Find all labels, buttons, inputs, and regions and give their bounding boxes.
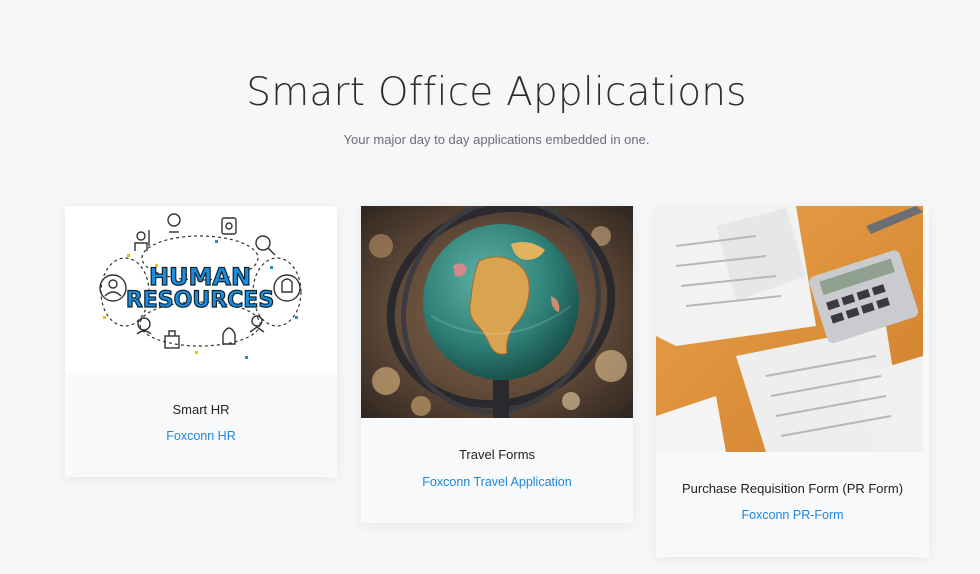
card-link-foxconn-travel[interactable]: Foxconn Travel Application	[361, 475, 633, 489]
page: Smart Office Applications Your major day…	[0, 0, 980, 574]
card-smart-hr[interactable]: HUMAN RESOURCES Smart HR Foxconn HR	[65, 206, 337, 477]
svg-text:HUMAN: HUMAN	[149, 263, 251, 291]
card-link-foxconn-hr[interactable]: Foxconn HR	[65, 429, 337, 443]
card-title: Travel Forms	[458, 447, 536, 462]
card-travel-forms[interactable]: Travel Forms Foxconn Travel Application	[361, 206, 633, 523]
card-title: Smart HR	[172, 402, 230, 417]
card-title: Purchase Requisition Form (PR Form)	[681, 481, 904, 496]
card-link-foxconn-pr-form[interactable]: Foxconn PR-Form	[656, 508, 929, 522]
documents-calculator-photo	[656, 206, 923, 452]
page-title: Smart Office Applications	[246, 70, 747, 115]
human-resources-illustration: HUMAN RESOURCES	[65, 206, 337, 373]
svg-text:RESOURCES: RESOURCES	[126, 288, 274, 313]
globe-photo	[361, 206, 633, 418]
page-subtitle: Your major day to day applications embed…	[343, 132, 650, 147]
card-purchase-requisition[interactable]: Purchase Requisition Form (PR Form) Foxc…	[656, 206, 929, 557]
